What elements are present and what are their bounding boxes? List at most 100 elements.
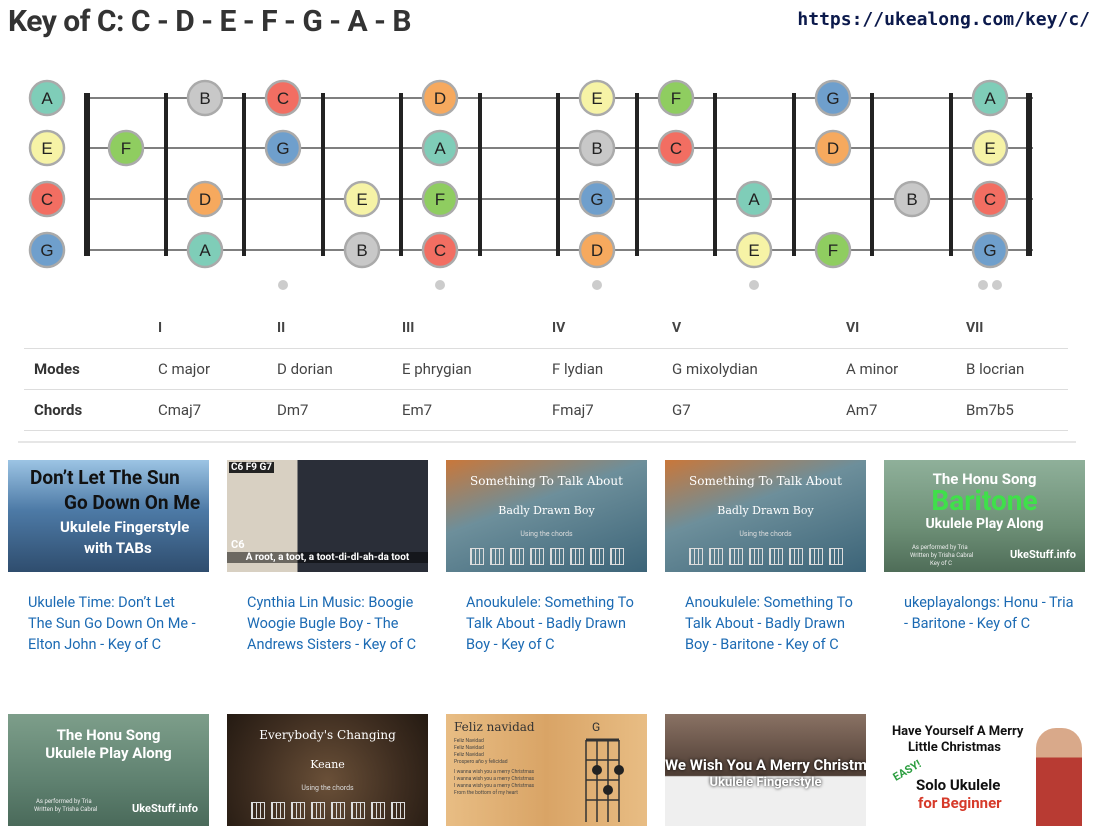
note-label: B — [591, 139, 602, 158]
video-thumbnail[interactable]: Everybody's Changing Keane Using the cho… — [227, 714, 428, 826]
video-card: The Honu Song Baritone Ukulele Play Alon… — [884, 460, 1085, 634]
mode-cell: E phrygian — [392, 348, 542, 390]
note-label: G — [590, 190, 603, 209]
modes-row-label: Modes — [24, 348, 148, 390]
note-label: E — [591, 89, 602, 108]
fret-marker-dot — [435, 280, 445, 290]
nut — [84, 93, 90, 256]
video-card: Something To Talk About Badly Drawn Boy … — [665, 460, 866, 655]
thumb-text: Little Christmas — [908, 740, 1001, 755]
fret-bar — [164, 93, 168, 256]
thumb-text: Feliz navidad — [454, 720, 535, 734]
fret-bar — [949, 93, 953, 256]
note-label: G — [40, 241, 53, 260]
video-title-link[interactable]: Anoukulele: Something To Talk About - Ba… — [466, 592, 637, 655]
video-title-link[interactable]: ukeplayalongs: Honu - Tria - Baritone - … — [904, 592, 1075, 634]
video-card: Have Yourself A Merry Little Christmas E… — [884, 714, 1085, 826]
note-label: A — [434, 139, 446, 158]
ukulele-fretboard: A E C G F B D A C G E B D A F C E B G D F C A E G D F B A E C G — [28, 79, 1033, 290]
video-title-link[interactable]: Ukulele Time: Don’t Let The Sun Go Down … — [28, 592, 199, 655]
video-title-link[interactable]: Anoukulele: Something To Talk About - Ba… — [685, 592, 856, 655]
note-label: E — [748, 241, 759, 260]
thumb-text: Feliz Navidad — [454, 745, 484, 751]
fret-marker-dot — [749, 280, 759, 290]
section-divider — [18, 441, 1076, 443]
video-thumbnail[interactable]: C6 F9 G7 C6 A root, a toot, a toot-di-dl… — [227, 460, 428, 572]
note-label: D — [827, 139, 839, 158]
fret-bar — [792, 93, 796, 256]
note-label: E — [41, 139, 52, 158]
video-thumbnail[interactable]: Feliz navidad G Feliz Navidad Feliz Navi… — [446, 714, 647, 826]
mode-cell: B locrian — [956, 348, 1068, 390]
note-label: G — [826, 89, 839, 108]
video-thumbnail[interactable]: Something To Talk About Badly Drawn Boy … — [446, 460, 647, 572]
note-label: D — [434, 89, 446, 108]
note-label: G — [983, 241, 996, 260]
chord-diagram-strip — [665, 548, 866, 569]
thumb-text: Go Down On Me — [64, 491, 201, 514]
thumb-text: Key of C — [930, 560, 953, 567]
page-title: Key of C: C - D - E - F - G - A - B — [8, 4, 412, 39]
video-card: The Honu Song Ukulele Play Along As perf… — [8, 714, 209, 826]
note-label: A — [199, 241, 211, 260]
note-label: G — [276, 139, 289, 158]
thumb-text: Have Yourself A Merry — [892, 724, 1024, 739]
chord-cell: G7 — [662, 389, 836, 431]
note-label: C — [984, 190, 996, 209]
thumb-text: I wanna wish you a merry Christmas — [454, 776, 535, 782]
video-thumbnail[interactable]: The Honu Song Baritone Ukulele Play Alon… — [884, 460, 1085, 572]
chord-cell: Bm7b5 — [956, 389, 1068, 431]
thumb-text: We Wish You A Merry Christmas — [665, 756, 866, 774]
note-label: F — [121, 139, 131, 158]
thumb-text: for Beginner — [918, 794, 1002, 812]
degree-header: VII — [956, 308, 1068, 349]
note-label: B — [356, 241, 367, 260]
thumb-text: C6 — [231, 538, 245, 551]
degree-header: III — [392, 308, 542, 349]
g-chord-diagram — [585, 738, 624, 822]
thumb-text: I wanna wish you a merry Christmas — [454, 783, 535, 789]
chords-row: Chords Cmaj7 Dm7 Em7 Fmaj7 G7 Am7 Bm7b5 — [24, 389, 1068, 431]
thumb-text: The Honu Song — [56, 726, 161, 744]
mode-cell: G mixolydian — [662, 348, 836, 390]
video-thumbnail[interactable]: Something To Talk About Badly Drawn Boy … — [665, 460, 866, 572]
video-card: Everybody's Changing Keane Using the cho… — [227, 714, 428, 826]
page-url-link[interactable]: https://ukealong.com/key/c/ — [797, 9, 1090, 30]
note-label: C — [277, 89, 289, 108]
video-thumbnail[interactable]: Have Yourself A Merry Little Christmas E… — [884, 714, 1085, 826]
thumb-text: Using the chords — [301, 784, 354, 792]
note-label: C — [434, 241, 446, 260]
note-label: A — [41, 89, 53, 108]
thumb-text: Badly Drawn Boy — [498, 504, 595, 517]
video-thumbnail[interactable]: Don’t Let The Sun Go Down On Me Ukulele … — [8, 460, 209, 572]
thumb-text: A root, a toot, a toot-di-dl-ah-da toot — [227, 552, 428, 563]
note-label: C — [670, 139, 682, 158]
note-label: D — [591, 241, 603, 260]
fret-bar — [870, 93, 874, 256]
fret-bar — [556, 93, 560, 256]
video-title-link[interactable]: Cynthia Lin Music: Boogie Woogie Bugle B… — [247, 592, 418, 655]
note-label: C — [41, 190, 53, 209]
thumb-text: From the bottom of my heart — [454, 790, 518, 796]
thumb-text: Using the chords — [520, 530, 573, 538]
thumb-text: with TABs — [84, 539, 152, 557]
degree-header-empty — [24, 308, 148, 349]
video-thumbnail[interactable]: We Wish You A Merry Christmas Ukulele Fi… — [665, 714, 866, 826]
thumb-text: Solo Ukulele — [916, 776, 1001, 794]
fret-marker-dot — [278, 280, 288, 290]
thumb-text: As performed by Tria — [36, 798, 92, 805]
thumb-text: Keane — [310, 758, 345, 771]
video-card: Something To Talk About Badly Drawn Boy … — [446, 460, 647, 655]
mode-cell: D dorian — [267, 348, 392, 390]
thumb-text: Ukulele Fingerstyle — [709, 775, 822, 790]
thumb-text: Prospero año y felicidad — [454, 759, 508, 765]
thumb-text: Don’t Let The Sun — [30, 466, 180, 489]
fret-marker-dot — [978, 280, 988, 290]
note-label: B — [199, 89, 210, 108]
video-card: C6 F9 G7 C6 A root, a toot, a toot-di-dl… — [227, 460, 428, 655]
thumb-text: Using the chords — [739, 530, 792, 538]
note-label: B — [906, 190, 917, 209]
thumb-text: As performed by Tria — [912, 544, 968, 551]
video-thumbnail[interactable]: The Honu Song Ukulele Play Along As perf… — [8, 714, 209, 826]
thumb-text: Ukulele Play Along — [45, 744, 172, 762]
